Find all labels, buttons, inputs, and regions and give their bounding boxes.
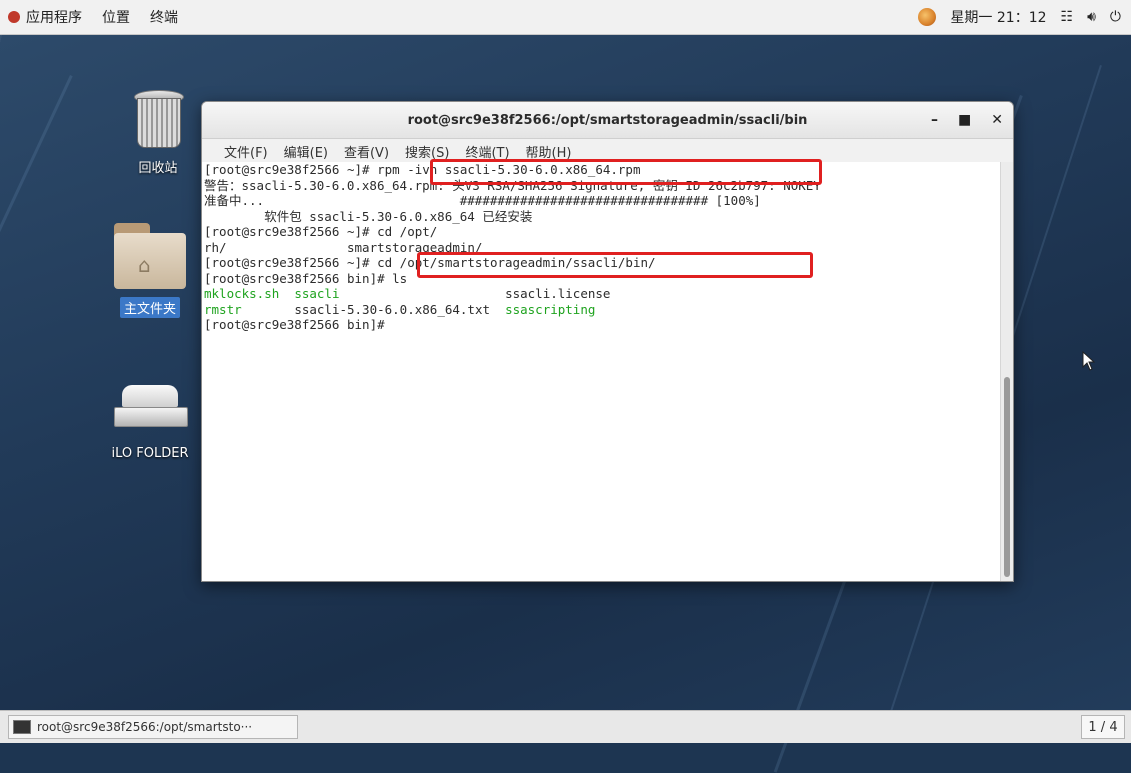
applications-label: 应用程序 <box>26 10 82 26</box>
ls-entry-executable: ssascripting <box>505 301 596 317</box>
terminal-icon <box>13 720 31 734</box>
minimize-icon[interactable]: – <box>931 112 938 128</box>
applications-menu[interactable]: 应用程序 <box>8 7 82 27</box>
terminal-scrollbar[interactable] <box>1000 162 1013 581</box>
close-icon[interactable]: ✕ <box>991 112 1003 128</box>
ls-output-row: rmstr ssacli-5.30-6.0.x86_64.txt ssascri… <box>202 302 1001 318</box>
menu-view[interactable]: 查看(V) <box>344 142 389 161</box>
maximize-icon[interactable]: ■ <box>958 112 971 128</box>
taskbar-window-label: root@src9e38f2566:/opt/smartsto··· <box>37 720 253 734</box>
home-folder-label: 主文件夹 <box>119 297 180 318</box>
terminal-line: [root@src9e38f2566 ~]# cd /opt/ <box>204 224 438 239</box>
taskbar-window-terminal[interactable]: root@src9e38f2566:/opt/smartsto··· <box>8 715 298 739</box>
ilo-folder-label: iLO FOLDER <box>111 446 189 461</box>
workspace-pager[interactable]: 1 / 4 <box>1081 715 1125 739</box>
mouse-pointer-icon <box>1082 351 1096 371</box>
drive-icon <box>114 385 188 431</box>
ls-entry-executable: mklocks.sh <box>204 286 280 301</box>
wallpaper-line <box>0 75 73 729</box>
menu-edit[interactable]: 编辑(E) <box>284 142 328 161</box>
terminal-line: [root@src9e38f2566 ~]# rpm -ivh ssacli-5… <box>204 162 641 177</box>
terminal-line: 警告：ssacli-5.30-6.0.x86_64.rpm: 头V3 RSA/S… <box>204 177 821 193</box>
software-update-icon[interactable] <box>918 8 937 26</box>
ls-entry-executable: rmstr <box>204 301 242 317</box>
window-title: root@src9e38f2566:/opt/smartstorageadmin… <box>407 112 808 128</box>
terminal-line: 准备中... #################################… <box>204 193 761 208</box>
menu-help[interactable]: 帮助(H) <box>526 142 572 161</box>
top-panel: 应用程序 位置 终端 星期一 21：12 ☷ 🔊︎ ⏻ <box>0 0 1131 35</box>
terminal-menubar: 文件(F) 编辑(E) 查看(V) 搜索(S) 终端(T) 帮助(H) <box>202 139 1013 163</box>
terminal-prompt: [root@src9e38f2566 bin]# <box>204 317 385 332</box>
terminal-window[interactable]: root@src9e38f2566:/opt/smartstorageadmin… <box>201 101 1014 582</box>
ls-entry-file: ssacli-5.30-6.0.x86_64.txt <box>294 301 490 317</box>
home-folder-icon: ⌂ <box>114 223 186 289</box>
scrollbar-thumb[interactable] <box>1004 377 1010 577</box>
terminal-line: 软件包 ssacli-5.30-6.0.x86_64 已经安装 <box>204 208 533 224</box>
network-icon[interactable]: ☷ <box>1061 9 1074 25</box>
bottom-taskbar: root@src9e38f2566:/opt/smartsto··· 1 / 4 <box>0 710 1131 743</box>
desktop-icon-home[interactable]: ⌂ 主文件夹 <box>104 223 196 318</box>
terminal-line: rh/ smartstorageadmin/ <box>204 239 483 255</box>
menu-terminal[interactable]: 终端(T) <box>465 142 509 161</box>
power-icon[interactable]: ⏻ <box>1110 9 1121 25</box>
terminal-line: [root@src9e38f2566 bin]# ls <box>204 270 408 286</box>
terminal-menu[interactable]: 终端 <box>150 7 178 27</box>
menu-file[interactable]: 文件(F) <box>224 142 268 161</box>
terminal-titlebar[interactable]: root@src9e38f2566:/opt/smartstorageadmin… <box>202 102 1013 139</box>
ls-entry-file: ssacli.license <box>505 286 611 301</box>
clock[interactable]: 星期一 21：12 <box>950 7 1046 27</box>
terminal-line: [root@src9e38f2566 ~]# cd /opt/smartstor… <box>204 255 656 270</box>
trash-icon <box>132 90 184 148</box>
ls-output-row: mklocks.sh ssacli ssacli.license <box>202 286 1001 302</box>
volume-icon[interactable]: 🔊︎ <box>1087 9 1096 25</box>
ls-entry-executable: ssacli <box>294 286 340 301</box>
trash-label: 回收站 <box>138 161 178 176</box>
desktop-icon-trash[interactable]: 回收站 <box>112 90 204 177</box>
menu-search[interactable]: 搜索(S) <box>405 142 449 161</box>
desktop-icon-ilo-folder[interactable]: iLO FOLDER <box>102 385 198 462</box>
terminal-output[interactable]: [root@src9e38f2566 ~]# rpm -ivh ssacli-5… <box>202 159 1001 581</box>
places-menu[interactable]: 位置 <box>102 7 130 27</box>
fedora-logo-icon <box>8 11 20 23</box>
